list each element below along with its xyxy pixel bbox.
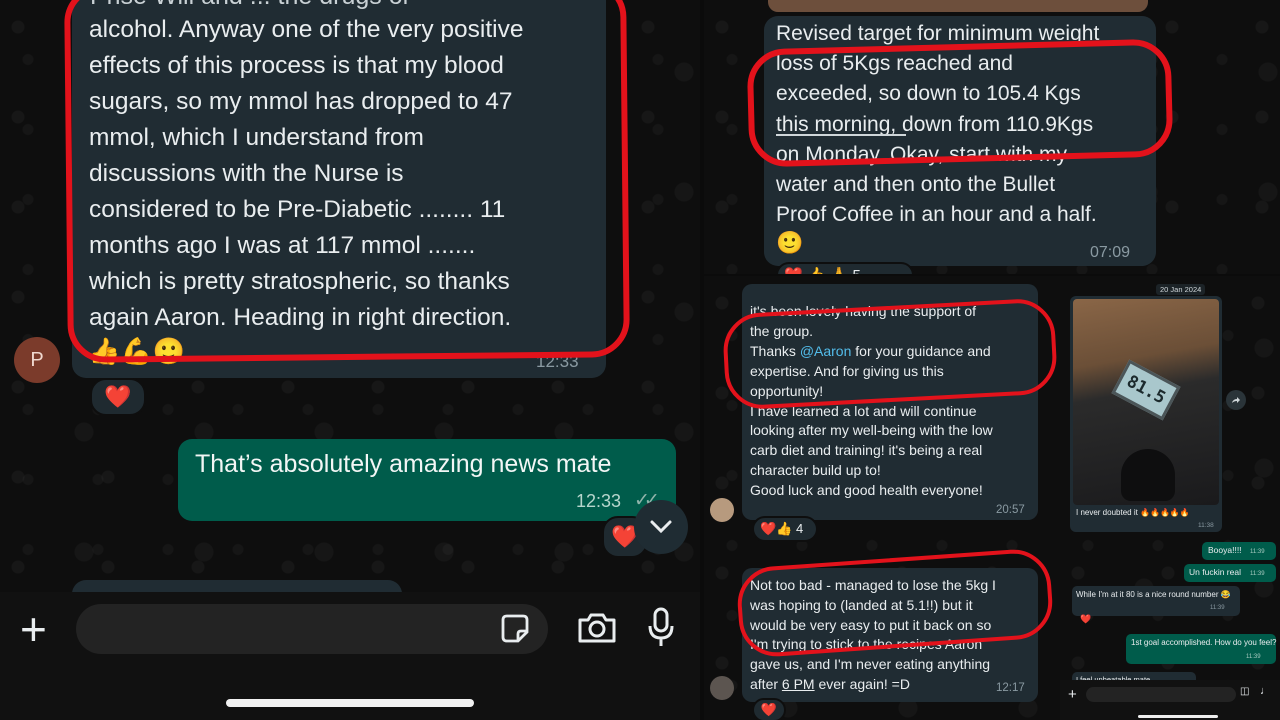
group-chat-panel: it's been lovely having the support of t… — [704, 276, 1060, 720]
message-reactions[interactable]: ❤️ 👍 🙏 5 — [776, 262, 914, 274]
message-text-end: ever again! =D — [814, 675, 910, 692]
photo-shadow — [1121, 449, 1175, 501]
message-emoji: 🙂 — [776, 230, 804, 255]
forward-icon — [1232, 397, 1240, 403]
message-reaction[interactable]: ❤️ — [752, 698, 786, 720]
scroll-down-button[interactable] — [634, 500, 688, 554]
top-right-chat-panel: Revised target for minimum weight loss o… — [704, 0, 1280, 274]
heart-reaction: ❤️ — [760, 702, 778, 717]
chevron-down-icon — [650, 520, 672, 534]
outgoing-message[interactable]: Booya!!!! 11:39 — [1202, 542, 1276, 560]
avatar[interactable]: P — [14, 337, 60, 383]
avatar[interactable] — [710, 676, 734, 700]
red-annotation-circle — [746, 38, 1174, 168]
microphone-icon[interactable] — [645, 606, 677, 648]
forward-button[interactable] — [1226, 390, 1246, 410]
camera-icon[interactable] — [576, 610, 618, 646]
message-input[interactable] — [76, 604, 548, 654]
message-time: 11:39 — [1246, 654, 1261, 660]
message-text: While I'm at it 80 is a nice round numbe… — [1076, 590, 1231, 599]
sticker-icon[interactable] — [498, 612, 532, 646]
photo-message[interactable]: 81.5 I never doubted it 🔥🔥🔥🔥🔥 11:38 — [1070, 296, 1222, 532]
message-time: 11:39 — [1250, 571, 1265, 577]
reaction-counts: ❤️👍 4 — [760, 521, 804, 536]
red-annotation-circle — [64, 0, 630, 363]
scale-photo: 81.5 — [1073, 299, 1219, 505]
message-text: Booya!!!! — [1208, 545, 1242, 555]
message-reactions[interactable]: ❤️👍 4 — [752, 516, 818, 542]
heart-reaction: ❤️ — [1080, 614, 1092, 624]
heart-reaction: ❤️ — [104, 384, 132, 409]
outgoing-message[interactable]: Un fuckin real 11:39 — [1184, 564, 1276, 582]
scale-display: 81.5 — [1111, 359, 1181, 421]
composer-bar: + — [0, 592, 700, 720]
small-chat-panel: 20 Jan 2024 81.5 I never doubted it 🔥🔥🔥🔥… — [1060, 276, 1280, 720]
avatar[interactable] — [710, 498, 734, 522]
red-annotation-circle — [721, 297, 1059, 411]
outgoing-message[interactable]: That’s absolutely amazing news mate 12:3… — [178, 439, 676, 521]
photo-bottom-edge — [768, 0, 1148, 12]
message-time: 07:09 — [1090, 244, 1131, 261]
message-time: 11:39 — [1210, 605, 1225, 611]
reply-text: That’s absolutely amazing news mate — [195, 450, 612, 478]
microphone-icon[interactable]: ♩ — [1260, 685, 1271, 697]
message-text: 1st goal accomplished. How do you feel? — [1131, 638, 1277, 647]
scale-reading: 81.5 — [1123, 371, 1169, 409]
message-time: 20:57 — [996, 504, 1025, 516]
message-time: 11:39 — [1250, 549, 1265, 555]
plus-icon[interactable]: + — [20, 602, 47, 656]
photo-time: 11:38 — [1198, 522, 1214, 529]
reaction-counts: ❤️ 👍 🙏 5 — [784, 266, 861, 274]
left-chat-panel: Prise Will and ... the drugs or alcohol.… — [0, 0, 700, 720]
photo-caption: I never doubted it 🔥🔥🔥🔥🔥 — [1076, 508, 1190, 517]
outgoing-message[interactable]: 1st goal accomplished. How do you feel? … — [1126, 634, 1276, 664]
home-indicator — [226, 699, 474, 707]
home-indicator — [1138, 715, 1218, 718]
incoming-message[interactable]: While I'm at it 80 is a nice round numbe… — [1072, 586, 1240, 616]
plus-icon[interactable]: + — [1068, 686, 1077, 703]
camera-icon[interactable]: ◫ — [1240, 686, 1249, 697]
message-time: 12:17 — [996, 682, 1025, 694]
message-reaction[interactable]: ❤️ — [90, 378, 146, 416]
reply-time: 12:33 — [576, 491, 622, 511]
avatar-letter: P — [30, 348, 44, 371]
message-text: Un fuckin real — [1189, 567, 1241, 577]
message-input[interactable] — [1086, 687, 1236, 702]
composer-bar: + ◫ ♩ — [1060, 680, 1280, 720]
date-divider: 20 Jan 2024 — [1156, 284, 1206, 295]
time-link[interactable]: 6 PM — [782, 676, 815, 692]
